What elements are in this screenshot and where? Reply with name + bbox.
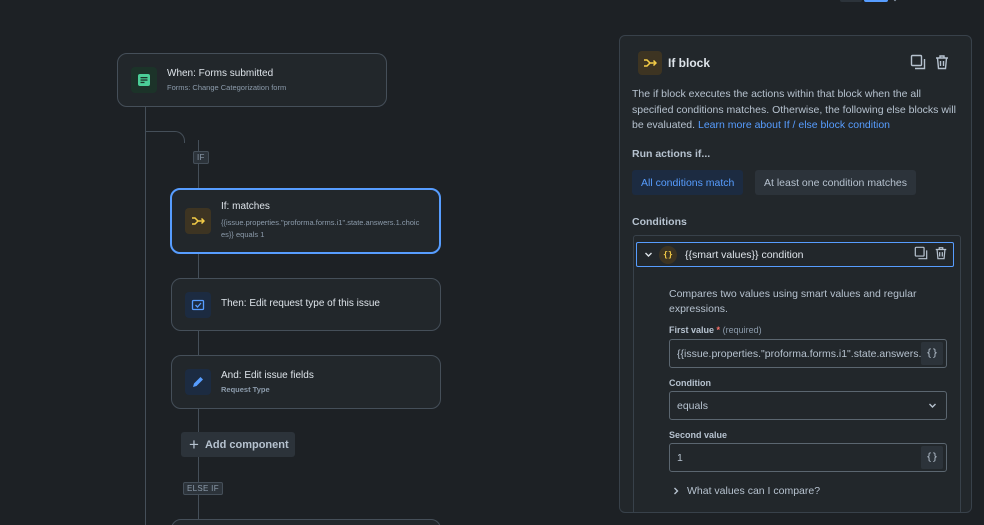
condition-select[interactable]: equals xyxy=(669,391,947,420)
and-node[interactable]: And: Edit issue fields Request Type xyxy=(171,355,441,409)
if-node[interactable]: If: matches {{issue.properties."proforma… xyxy=(170,188,441,254)
form-icon xyxy=(131,67,157,93)
add-component-label: Add component xyxy=(204,438,289,451)
connector-line xyxy=(145,131,185,143)
top-toolbar-button[interactable] xyxy=(840,0,862,2)
add-component-button[interactable]: + Add component xyxy=(181,432,295,457)
then-node[interactable]: Then: Edit request type of this issue xyxy=(171,278,441,331)
learn-more-link[interactable]: Learn more about If / else block conditi… xyxy=(698,119,890,131)
smart-value-button[interactable]: {} xyxy=(921,446,943,469)
trigger-title: When: Forms submitted xyxy=(167,67,274,79)
run-actions-label: Run actions if... xyxy=(632,148,711,160)
top-toolbar-primary-button[interactable] xyxy=(864,0,888,2)
delete-icon[interactable] xyxy=(933,52,951,72)
condition-description: Compares two values using smart values a… xyxy=(669,288,917,315)
chevron-down-icon[interactable] xyxy=(643,250,653,260)
duplicate-icon[interactable] xyxy=(909,52,927,72)
delete-icon[interactable] xyxy=(934,246,948,265)
second-value-label: Second value xyxy=(669,430,728,440)
option-all-conditions[interactable]: All conditions match xyxy=(632,170,744,195)
chevron-down-icon[interactable] xyxy=(890,0,900,2)
what-compare-toggle[interactable]: What values can I compare? xyxy=(672,485,820,497)
then-node-title: Then: Edit request type of this issue xyxy=(221,298,380,310)
what-compare-label: What values can I compare? xyxy=(687,485,821,497)
else-if-node[interactable] xyxy=(171,519,441,525)
first-value-label: First value * (required) xyxy=(669,325,762,335)
if-node-subtitle: {{issue.properties."proforma.forms.i1".s… xyxy=(221,217,420,239)
branch-icon xyxy=(185,208,211,234)
trigger-node[interactable]: When: Forms submitted Forms: Change Cate… xyxy=(117,53,387,107)
duplicate-icon[interactable] xyxy=(914,246,928,265)
pencil-icon xyxy=(185,369,211,395)
if-tag: IF xyxy=(193,151,209,164)
condition-header[interactable]: {} {{smart values}} condition xyxy=(636,242,954,267)
and-node-title: And: Edit issue fields xyxy=(221,369,314,381)
first-value-label-text: First value xyxy=(669,325,715,335)
and-node-subtitle: Request Type xyxy=(221,385,270,395)
condition-select-value: equals xyxy=(677,399,708,412)
conditions-label: Conditions xyxy=(632,216,687,228)
connector-line xyxy=(145,106,146,525)
panel-title: If block xyxy=(668,56,711,70)
first-value-input[interactable]: {{issue.properties."proforma.forms.i1".s… xyxy=(677,348,921,360)
plus-icon: + xyxy=(189,435,199,454)
branch-icon xyxy=(638,51,662,75)
trigger-subtitle: Forms: Change Categorization form xyxy=(167,83,287,93)
option-any-condition[interactable]: At least one condition matches xyxy=(755,170,917,195)
condition-label: Condition xyxy=(669,378,711,388)
required-mark: * xyxy=(716,325,721,335)
second-value-input[interactable]: 1 xyxy=(677,452,921,464)
panel-description: The if block executes the actions within… xyxy=(632,87,962,134)
if-block-panel: If block The if block executes the actio… xyxy=(619,35,972,513)
second-value-field[interactable]: 1 {} xyxy=(669,443,947,472)
if-node-title: If: matches xyxy=(221,201,270,213)
else-if-tag: ELSE IF xyxy=(183,482,223,495)
required-note: (required) xyxy=(722,325,762,335)
condition-title: {{smart values}} condition xyxy=(685,248,804,261)
chevron-right-icon xyxy=(672,487,680,495)
smart-value-button[interactable]: {} xyxy=(921,342,943,365)
first-value-field[interactable]: {{issue.properties."proforma.forms.i1".s… xyxy=(669,339,947,368)
request-type-icon xyxy=(185,291,211,318)
chevron-down-icon xyxy=(927,401,937,411)
smart-values-icon: {} xyxy=(659,245,677,264)
